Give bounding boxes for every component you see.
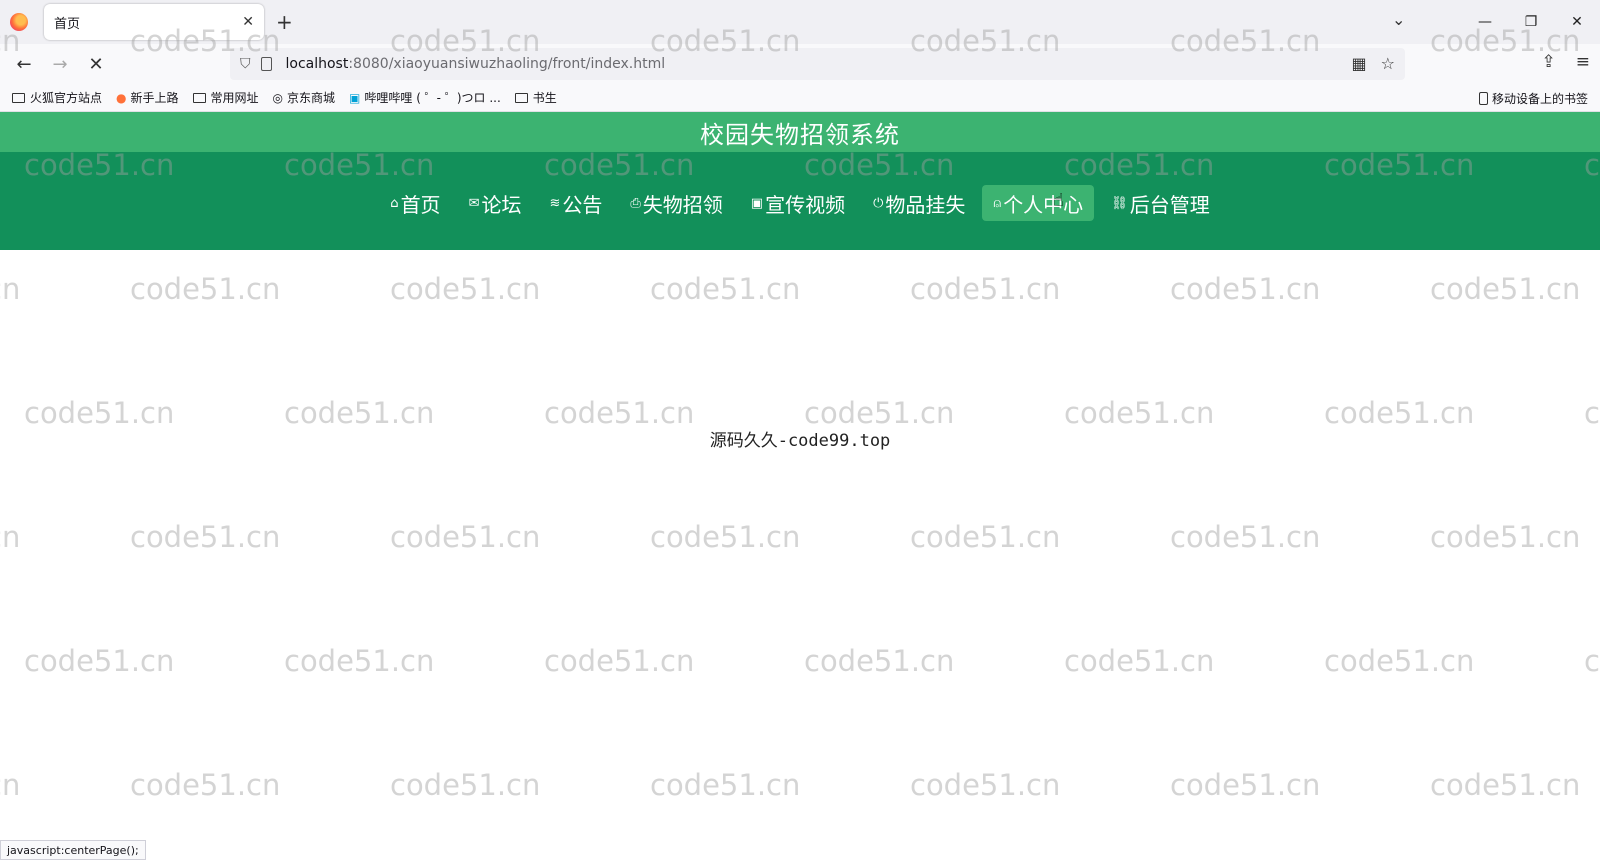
bookmark-item[interactable]: ▣ 哔哩哔哩 ( ゜- ゜)つロ ... [349,89,501,106]
globe-icon: ◎ [272,90,284,105]
browser-tab-bar: 首页 ✕ + ⌄ — ❐ ✕ [0,0,1600,44]
status-text: javascript:centerPage(); [7,843,139,857]
restore-icon[interactable]: ❐ [1508,0,1554,44]
back-arrow-icon[interactable]: ← [12,52,36,76]
bilibili-icon: ▣ [349,90,361,105]
bookmark-item[interactable]: ◎ 京东商城 [273,89,336,106]
tab-title: 首页 [54,16,81,32]
qr-code-icon[interactable]: ▦ [1352,54,1367,73]
bookmarks-bar: 火狐官方站点 ● 新手上路 常用网址 ◎ 京东商城 ▣ 哔哩哔哩 ( ゜- ゜)つロ … [0,84,1600,112]
link-icon: ⛓ [1111,195,1128,211]
nav-item-forum[interactable]: ✉ 论坛 [458,185,533,221]
window-controls: — ❐ ✕ [1462,0,1600,44]
nav-label: 物品挂失 [885,192,966,217]
bookmark-label: 京东商城 [287,91,336,105]
mobile-bookmarks-label: 移动设备上的书签 [1491,92,1588,106]
hand-cursor-icon: ☝ [1053,190,1064,211]
sliders-icon: ≋ [549,195,561,211]
site-title: 校园失物招领系统 [700,120,900,149]
navigation-toolbar: ← → ✕ ⛉ localhost:8080/xiaoyuansiwuzhaol… [0,44,1600,84]
nav-label: 失物招领 [642,192,723,217]
url-host: localhost [285,56,349,72]
folder-icon [192,92,206,103]
close-tab-icon[interactable]: ✕ [242,14,254,30]
nav-label: 首页 [400,192,441,217]
folder-icon [12,92,25,103]
nav-item-lost-found[interactable]: ⎙ 失物招领 [619,185,733,221]
nav-label: 宣传视频 [765,192,846,217]
nav-item-admin[interactable]: ⛓ 后台管理 [1100,185,1221,221]
center-text: 源码久久-code99.top [709,431,891,451]
minimize-icon[interactable]: — [1462,0,1508,44]
browser-tab[interactable]: 首页 ✕ [44,4,264,40]
nav-item-home[interactable]: ⌂ 首页 [379,185,451,221]
new-tab-button[interactable]: + [276,10,293,34]
forward-arrow-icon[interactable]: → [48,52,72,76]
shield-icon[interactable]: ⛉ [240,56,251,72]
nav-label: 公告 [562,192,603,217]
bookmark-item[interactable]: 火狐官方站点 [12,89,102,106]
printer-icon: ⎙ [630,195,641,211]
stop-loading-icon[interactable]: ✕ [84,52,108,76]
power-icon: ⏻ [873,195,884,211]
close-window-icon[interactable]: ✕ [1554,0,1600,44]
url-bar[interactable]: ⛉ localhost:8080/xiaoyuansiwuzhaoling/fr… [230,48,1405,80]
url-path: :8080/xiaoyuansiwuzhaoling/front/index.h… [348,56,666,72]
bookmark-item[interactable]: ● 新手上路 [116,89,179,106]
nav-item-personal-center[interactable]: ⍝ 个人中心 [982,185,1095,221]
bookmark-item[interactable]: 常用网址 [192,89,259,106]
user-icon: ⍝ [993,195,1002,211]
mobile-bookmarks[interactable]: 移动设备上的书签 [1478,90,1588,107]
page-icon[interactable] [260,57,272,71]
site-nav: ⌂ 首页 ✉ 论坛 ≋ 公告 ⎙ 失物招领 ▣ 宣传视频 ⏻ 物品挂失 ⍝ 个人中心 ⛓ 后台管… [0,152,1600,250]
nav-label: 论坛 [481,192,522,217]
chevron-down-icon[interactable]: ⌄ [1392,10,1405,29]
nav-item-report-lost[interactable]: ⏻ 物品挂失 [862,185,976,221]
bookmark-item[interactable]: 书生 [514,89,557,106]
nav-item-promo-video[interactable]: ▣ 宣传视频 [740,185,856,221]
mail-icon: ✉ [468,195,480,211]
bookmark-label: 火狐官方站点 [30,91,103,105]
home-icon: ⌂ [390,195,399,211]
nav-label: 后台管理 [1129,192,1210,217]
bookmark-label: 哔哩哔哩 ( ゜- ゜)つロ ... [364,91,501,105]
bookmark-label: 书生 [532,91,557,105]
star-bookmark-icon[interactable]: ☆ [1381,54,1395,73]
firefox-icon: ● [116,90,127,105]
menu-icon[interactable]: ≡ [1576,52,1590,72]
status-bar: javascript:centerPage(); [0,840,146,860]
phone-icon [1478,92,1488,105]
nav-label: 个人中心 [1003,192,1084,217]
extensions-icon[interactable]: ⇪ [1542,52,1556,72]
bookmark-label: 新手上路 [130,91,179,105]
site-title-banner: 校园失物招领系统 [0,112,1600,152]
nav-item-announcement[interactable]: ≋ 公告 [538,185,613,221]
firefox-icon[interactable] [10,13,28,31]
gift-icon: ▣ [750,195,764,211]
bookmark-label: 常用网址 [210,91,259,105]
folder-icon [514,92,528,103]
main-content: 源码久久-code99.top [0,250,1600,840]
